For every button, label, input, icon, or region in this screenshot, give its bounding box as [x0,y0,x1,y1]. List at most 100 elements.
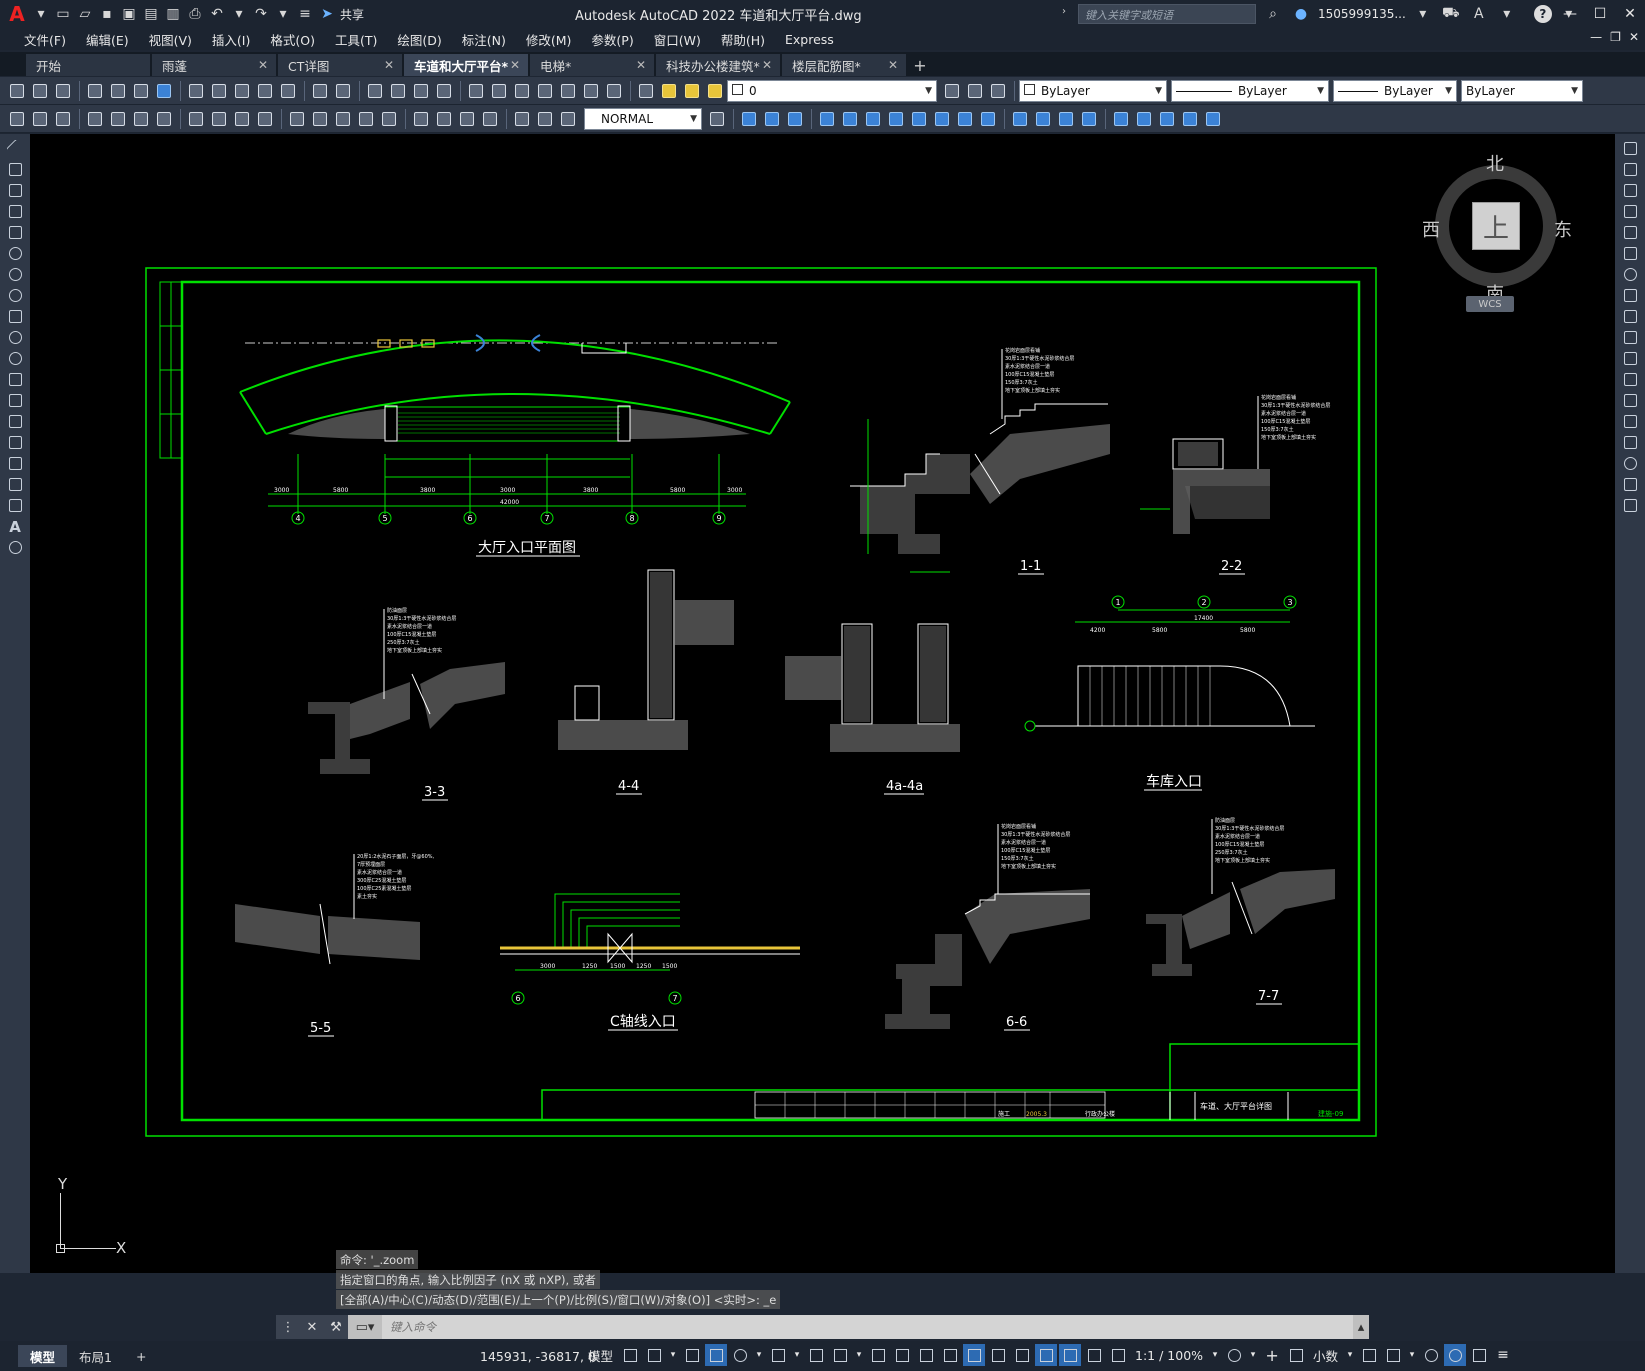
autodesk-a360-icon[interactable]: A [1468,3,1490,25]
transparency-icon[interactable] [891,1344,913,1366]
markup-icon[interactable] [557,80,579,102]
make-block-icon[interactable] [0,390,30,411]
group-icon[interactable] [1156,108,1178,130]
center-mark-icon[interactable] [433,108,455,130]
scale-icon[interactable] [1615,285,1645,306]
3d-print-icon[interactable] [153,80,175,102]
doc-restore-icon[interactable]: ❐ [1610,30,1621,44]
redo-icon[interactable]: ↷ [250,3,272,25]
tolerance-icon[interactable] [410,108,432,130]
grid-icon[interactable] [619,1344,641,1366]
save-as-icon[interactable]: ▣ [118,3,140,25]
menu-parametric[interactable]: 参数(P) [581,30,643,49]
dim-space-icon[interactable] [355,108,377,130]
menu-draw[interactable]: 绘图(D) [387,30,451,49]
close-icon[interactable]: ✕ [888,58,898,72]
menu-dimension[interactable]: 标注(N) [452,30,516,49]
color-dropdown[interactable]: ByLayer ▼ [1019,79,1167,102]
close-icon[interactable]: ✕ [1615,0,1645,28]
units-dropdown-icon[interactable]: ▾ [1344,1344,1356,1366]
insert-block-icon[interactable] [0,369,30,390]
cursor-coordinates[interactable]: 145931, -36817, 0 [480,1349,596,1364]
minimize-icon[interactable]: — [1555,0,1585,28]
hardware-acceleration-icon[interactable] [1444,1344,1467,1366]
fillet-icon[interactable] [1078,108,1100,130]
menu-tools[interactable]: 工具(T) [325,30,387,49]
redo-icon[interactable] [332,80,354,102]
rotate-icon[interactable] [885,108,907,130]
properties-icon[interactable] [465,80,487,102]
break-icon[interactable] [1009,108,1031,130]
app-menu-chevron-icon[interactable]: ▾ [30,3,52,25]
drawing-canvas[interactable]: 3000 5800 3800 3000 3800 5800 3000 42000… [30,134,1615,1273]
menu-view[interactable]: 视图(V) [139,30,202,49]
undo-icon[interactable]: ↶ [206,3,228,25]
ellipse-icon[interactable] [0,327,30,348]
customize-qat-icon[interactable]: ≡ [294,3,316,25]
table-icon[interactable] [0,495,30,516]
layer-dropdown[interactable]: 0 ▼ [727,79,937,102]
gizmo-icon[interactable] [1011,1344,1033,1366]
share-button[interactable]: 共享 [340,6,364,23]
user-dropdown-icon[interactable]: ▾ [1412,3,1434,25]
lock-dropdown-icon[interactable]: ▾ [1406,1344,1418,1366]
dim-diameter-icon[interactable] [231,108,253,130]
help-icon[interactable]: ? [1533,5,1552,23]
gradient-icon[interactable] [0,453,30,474]
layer-state-icon[interactable] [987,80,1009,102]
selection-cycling-icon[interactable] [915,1344,937,1366]
match-properties-icon[interactable] [254,80,276,102]
osnap-dropdown-icon[interactable]: ▾ [853,1344,865,1366]
isodraft-dropdown-icon[interactable]: ▾ [791,1344,803,1366]
layer-previous-icon[interactable] [964,80,986,102]
object-snap-icon[interactable] [829,1344,851,1366]
erase-icon[interactable] [738,108,760,130]
menu-express[interactable]: Express [775,32,844,47]
recent-commands-icon[interactable]: ▭▾ [348,1315,382,1339]
stretch-icon[interactable] [931,108,953,130]
cart-icon[interactable]: ⛟ [1440,3,1462,25]
copy-icon[interactable] [1615,159,1645,180]
qnew-icon[interactable] [6,80,28,102]
selection-filter-icon[interactable] [987,1344,1009,1366]
layer-thaw-icon[interactable] [681,80,703,102]
dim-continue-icon[interactable] [332,108,354,130]
join-icon[interactable] [1032,108,1054,130]
menu-insert[interactable]: 插入(I) [202,30,260,49]
dim-aligned-icon[interactable] [107,108,129,130]
mirror-icon[interactable] [784,108,806,130]
infer-constraints-icon[interactable] [681,1344,703,1366]
command-grip-icon[interactable]: ⋮ [276,1315,300,1339]
design-center-icon[interactable] [488,80,510,102]
search-input[interactable]: 键入关键字或短语 [1078,4,1256,24]
annotation-scale-value[interactable]: 1:1 / 100% [1131,1348,1207,1363]
auto-scale-icon[interactable] [1059,1344,1082,1366]
extend-icon[interactable] [977,108,999,130]
ellipse-arc-icon[interactable] [0,348,30,369]
dynamic-ucs-icon[interactable] [963,1344,986,1366]
publish-icon[interactable] [130,80,152,102]
dim-style-icon[interactable] [706,108,728,130]
make-current-layer-icon[interactable] [941,80,963,102]
ortho-icon[interactable] [705,1344,728,1366]
user-icon[interactable]: ● [1290,3,1312,25]
wcs-menu-button[interactable]: WCS [1466,296,1514,312]
layer-on-icon[interactable] [658,80,680,102]
rotate-icon[interactable] [1615,264,1645,285]
save-icon[interactable] [52,80,74,102]
layer-properties-icon[interactable] [635,80,657,102]
copy-object-icon[interactable] [761,108,783,130]
open-web-icon[interactable]: ▤ [140,3,162,25]
share-icon[interactable]: ➤ [316,3,338,25]
dim-jogged-icon[interactable] [208,108,230,130]
a360-dropdown-icon[interactable]: ▾ [1496,3,1518,25]
copy-icon[interactable] [208,80,230,102]
dim-ordinate-icon[interactable] [153,108,175,130]
circle-icon[interactable] [0,264,30,285]
tab-model[interactable]: 模型 [18,1345,68,1367]
isodraft-icon[interactable] [767,1344,789,1366]
customize-wrench-icon[interactable]: ⚒ [324,1315,348,1339]
tab-canopy[interactable]: 雨蓬 ✕ [152,54,276,76]
isolate-objects-icon[interactable] [1420,1344,1442,1366]
search-icon[interactable]: ⌕ [1262,3,1284,25]
